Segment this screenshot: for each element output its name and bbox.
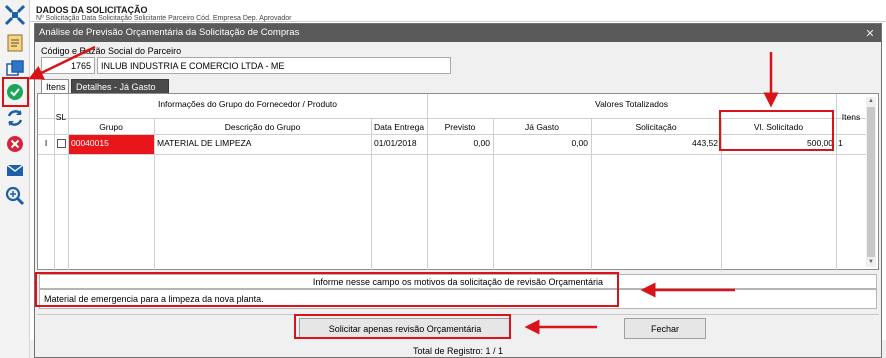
record-count: Total de Registro: 1 / 1 [412, 346, 504, 356]
request-button-highlight-box [294, 314, 511, 339]
zoom-icon[interactable] [3, 184, 27, 208]
solicitacao-cell[interactable]: 443,52 [594, 138, 718, 148]
col-data-entrega: Data Entrega [373, 122, 425, 132]
vl-solicitado-highlight-box [719, 110, 834, 151]
scroll-thumb[interactable] [867, 107, 875, 257]
left-toolbar [0, 0, 30, 358]
group-header-supplier: Informações do Grupo do Fornecedor / Pro… [157, 99, 338, 109]
itens-cell[interactable]: 1 [838, 138, 858, 148]
col-ja-gasto: Já Gasto [524, 122, 560, 132]
row-select-checkbox[interactable] [57, 139, 66, 148]
reason-highlight-box [35, 272, 619, 307]
partner-label: Código e Razão Social do Parceiro [41, 46, 182, 56]
col-sl: SL [55, 112, 67, 122]
group-header-totals: Valores Totalizados [595, 99, 668, 109]
scroll-up-icon[interactable]: ▲ [866, 97, 876, 106]
refresh-icon[interactable] [3, 106, 27, 130]
dialog-title: Análise de Previsão Orçamentária da Soli… [39, 27, 300, 38]
partner-name-field[interactable]: INLUB INDUSTRIA E COMERCIO LTDA - ME [97, 57, 451, 74]
col-solicitacao: Solicitação [635, 122, 677, 132]
section-title: DADOS DA SOLICITAÇÃO [36, 5, 148, 15]
col-descricao: Descrição do Grupo [224, 122, 301, 132]
tab-itens[interactable]: Itens [41, 79, 69, 94]
previsto-cell[interactable]: 0,00 [430, 138, 490, 148]
partner-code-field[interactable]: 1765 [41, 57, 95, 74]
scroll-down-icon[interactable]: ▼ [866, 258, 876, 267]
col-itens: Itens [841, 112, 861, 122]
background-header: DADOS DA SOLICITAÇÃO Nº Solicitação Data… [30, 0, 886, 22]
row-marker: I [44, 138, 48, 148]
ja-gasto-cell[interactable]: 0,00 [496, 138, 588, 148]
budget-analysis-dialog: Análise de Previsão Orçamentária da Soli… [34, 23, 882, 358]
approve-highlight-box [2, 77, 29, 107]
tab-detalhes-ja-gasto[interactable]: Detalhes - Já Gasto [71, 79, 169, 94]
close-button[interactable]: Fechar [624, 318, 706, 339]
col-grupo: Grupo [99, 122, 123, 132]
document-icon[interactable] [3, 31, 27, 55]
grid-vertical-scrollbar[interactable]: ▲ ▼ [866, 97, 876, 267]
cancel-icon[interactable] [3, 132, 27, 156]
grid-icon[interactable] [3, 3, 27, 27]
descricao-cell[interactable]: MATERIAL DE LIMPEZA [157, 138, 369, 148]
close-icon[interactable]: ✕ [863, 26, 877, 40]
data-entrega-cell[interactable]: 01/01/2018 [374, 138, 426, 148]
mail-icon[interactable] [3, 158, 27, 182]
col-previsto: Previsto [444, 122, 476, 132]
section-columns: Nº Solicitação Data Solicitação Solicita… [36, 15, 292, 22]
dialog-title-bar: Análise de Previsão Orçamentária da Soli… [35, 24, 881, 42]
grupo-cell[interactable]: 00040015 [69, 135, 154, 154]
